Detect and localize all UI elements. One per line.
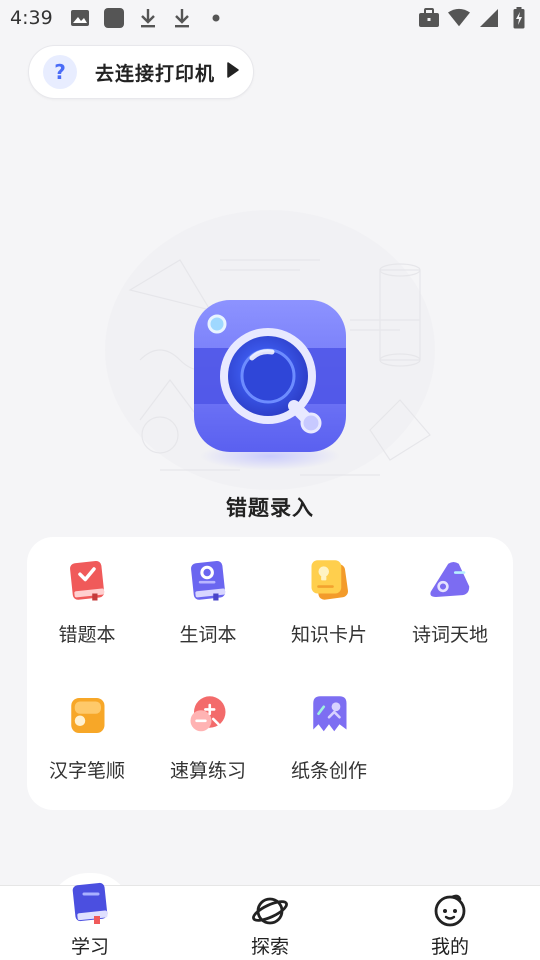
tool-label: 速算练习 <box>169 760 246 782</box>
tool-label: 汉字笔顺 <box>48 760 125 782</box>
tool-note-create[interactable]: 纸条创作 <box>269 673 389 783</box>
connect-printer-button[interactable]: ? 去连接打印机 <box>28 45 254 99</box>
bottom-nav: 学习 探索 我的 <box>0 882 540 960</box>
tool-vocabulary-book[interactable]: 生词本 <box>148 537 268 647</box>
camera-icon[interactable] <box>190 296 350 471</box>
tab-label: 探索 <box>250 936 289 958</box>
tool-label: 错题本 <box>58 624 116 646</box>
status-bar: 4:39 <box>0 0 540 36</box>
image-icon <box>69 7 91 29</box>
wifi-icon <box>448 7 470 29</box>
help-icon: ? <box>43 55 77 89</box>
tab-study[interactable]: 学习 <box>30 882 150 960</box>
battery-charging-icon <box>508 7 530 29</box>
tab-explore[interactable]: 探索 <box>210 886 330 960</box>
tools-card: 错题本 生词本 知识卡片 诗词天地 汉字笔顺 速算练习 纸条创作 <box>27 537 513 810</box>
tool-label: 知识卡片 <box>290 624 367 646</box>
connect-printer-label: 去连接打印机 <box>95 62 216 85</box>
status-time: 4:39 <box>10 7 53 29</box>
briefcase-icon <box>418 7 440 29</box>
study-book-icon <box>72 882 108 924</box>
quick-calc-icon <box>190 696 226 732</box>
tool-quick-calc[interactable]: 速算练习 <box>148 673 268 783</box>
signal-icon <box>478 7 500 29</box>
stroke-order-icon <box>71 698 105 733</box>
download-icon <box>171 7 193 29</box>
tab-mine[interactable]: 我的 <box>390 886 510 960</box>
mistake-book-icon <box>70 560 105 601</box>
tool-mistake-book[interactable]: 错题本 <box>27 537 147 647</box>
note-create-icon <box>313 696 347 732</box>
tool-knowledge-card[interactable]: 知识卡片 <box>269 537 389 647</box>
download-icon <box>137 7 159 29</box>
tool-label: 纸条创作 <box>290 760 367 782</box>
play-arrow-icon <box>227 62 239 82</box>
dot-icon <box>205 7 227 29</box>
vocabulary-book-icon <box>191 560 226 601</box>
square-app-icon <box>103 7 125 29</box>
help-glyph: ? <box>54 60 66 84</box>
tab-label: 学习 <box>70 936 109 958</box>
planet-icon <box>252 897 288 925</box>
tab-label: 我的 <box>430 936 469 958</box>
tool-label: 诗词天地 <box>411 624 488 646</box>
tool-poetry[interactable]: 诗词天地 <box>390 537 510 647</box>
hero-title[interactable]: 错题录入 <box>0 492 540 522</box>
poetry-icon <box>430 562 470 597</box>
tool-label: 生词本 <box>179 624 237 646</box>
knowledge-card-icon <box>311 560 348 600</box>
face-icon <box>434 894 466 927</box>
tool-stroke-order[interactable]: 汉字笔顺 <box>27 673 147 783</box>
